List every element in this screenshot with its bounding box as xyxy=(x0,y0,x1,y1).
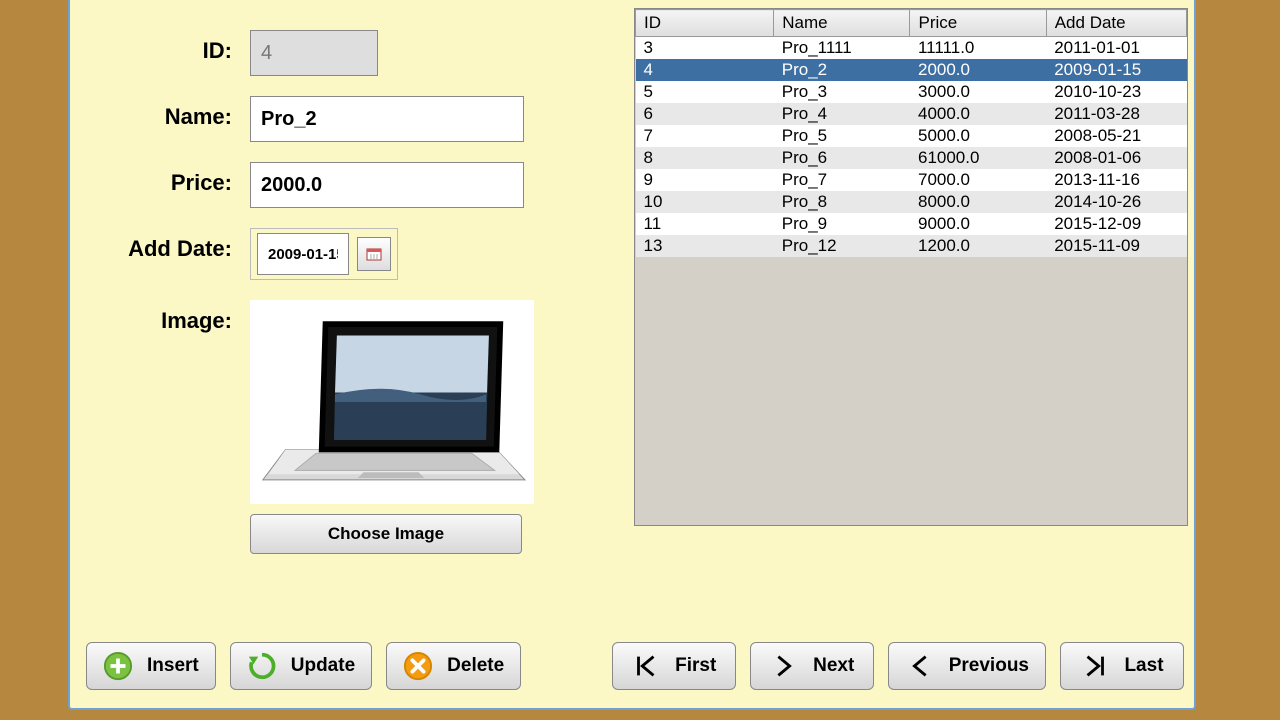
cell-name: Pro_5 xyxy=(774,125,910,147)
cell-name: Pro_3 xyxy=(774,81,910,103)
choose-image-button[interactable]: Choose Image xyxy=(250,514,522,554)
insert-button[interactable]: Insert xyxy=(86,642,216,690)
cell-name: Pro_4 xyxy=(774,103,910,125)
previous-button[interactable]: Previous xyxy=(888,642,1046,690)
next-icon xyxy=(769,651,799,681)
cell-date: 2013-11-16 xyxy=(1046,169,1186,191)
id-label: ID: xyxy=(100,30,250,64)
table-row[interactable]: 7Pro_55000.02008-05-21 xyxy=(636,125,1187,147)
cell-id: 6 xyxy=(636,103,774,125)
date-picker-button[interactable] xyxy=(357,237,391,271)
main-panel: ID: Name: Price: Add Date: xyxy=(68,0,1196,710)
last-button[interactable]: Last xyxy=(1060,642,1184,690)
cell-date: 2009-01-15 xyxy=(1046,59,1186,81)
refresh-icon xyxy=(247,651,277,681)
cell-price: 2000.0 xyxy=(910,59,1046,81)
cell-date: 2008-01-06 xyxy=(1046,147,1186,169)
cell-price: 5000.0 xyxy=(910,125,1046,147)
col-price[interactable]: Price xyxy=(910,10,1046,37)
date-label: Add Date: xyxy=(100,228,250,262)
update-button[interactable]: Update xyxy=(230,642,372,690)
delete-button[interactable]: Delete xyxy=(386,642,521,690)
cell-name: Pro_9 xyxy=(774,213,910,235)
form-area: ID: Name: Price: Add Date: xyxy=(100,30,620,574)
cell-date: 2011-01-01 xyxy=(1046,37,1186,60)
cell-name: Pro_6 xyxy=(774,147,910,169)
id-field xyxy=(250,30,378,76)
cell-name: Pro_8 xyxy=(774,191,910,213)
table-row[interactable]: 8Pro_661000.02008-01-06 xyxy=(636,147,1187,169)
table-row[interactable]: 6Pro_44000.02011-03-28 xyxy=(636,103,1187,125)
next-button[interactable]: Next xyxy=(750,642,874,690)
product-table[interactable]: ID Name Price Add Date 3Pro_111111111.02… xyxy=(634,8,1188,526)
cell-price: 8000.0 xyxy=(910,191,1046,213)
cell-name: Pro_7 xyxy=(774,169,910,191)
image-label: Image: xyxy=(100,300,250,334)
button-row: Insert Update Delete First Next Previous… xyxy=(86,642,1184,690)
first-icon xyxy=(631,651,661,681)
cell-id: 8 xyxy=(636,147,774,169)
cell-date: 2015-11-09 xyxy=(1046,235,1186,257)
cell-id: 13 xyxy=(636,235,774,257)
cell-date: 2010-10-23 xyxy=(1046,81,1186,103)
cell-date: 2008-05-21 xyxy=(1046,125,1186,147)
cell-id: 10 xyxy=(636,191,774,213)
date-field[interactable] xyxy=(257,233,349,275)
cell-price: 7000.0 xyxy=(910,169,1046,191)
previous-icon xyxy=(905,651,935,681)
cell-price: 3000.0 xyxy=(910,81,1046,103)
plus-icon xyxy=(103,651,133,681)
table-row[interactable]: 3Pro_111111111.02011-01-01 xyxy=(636,37,1187,60)
cell-price: 11111.0 xyxy=(910,37,1046,60)
cell-id: 3 xyxy=(636,37,774,60)
last-icon xyxy=(1080,651,1110,681)
table-row[interactable]: 10Pro_88000.02014-10-26 xyxy=(636,191,1187,213)
table-row[interactable]: 11Pro_99000.02015-12-09 xyxy=(636,213,1187,235)
cell-price: 1200.0 xyxy=(910,235,1046,257)
cell-date: 2014-10-26 xyxy=(1046,191,1186,213)
cell-id: 5 xyxy=(636,81,774,103)
date-wrap xyxy=(250,228,398,280)
cell-id: 9 xyxy=(636,169,774,191)
name-label: Name: xyxy=(100,96,250,130)
table-row[interactable]: 9Pro_77000.02013-11-16 xyxy=(636,169,1187,191)
table-header-row: ID Name Price Add Date xyxy=(636,10,1187,37)
table-row[interactable]: 4Pro_22000.02009-01-15 xyxy=(636,59,1187,81)
cell-date: 2011-03-28 xyxy=(1046,103,1186,125)
col-name[interactable]: Name xyxy=(774,10,910,37)
first-button[interactable]: First xyxy=(612,642,736,690)
cell-id: 4 xyxy=(636,59,774,81)
table-row[interactable]: 13Pro_121200.02015-11-09 xyxy=(636,235,1187,257)
cell-price: 4000.0 xyxy=(910,103,1046,125)
delete-icon xyxy=(403,651,433,681)
cell-name: Pro_12 xyxy=(774,235,910,257)
price-field[interactable] xyxy=(250,162,524,208)
calendar-icon xyxy=(366,247,382,261)
product-image xyxy=(250,300,534,504)
price-label: Price: xyxy=(100,162,250,196)
cell-id: 11 xyxy=(636,213,774,235)
col-date[interactable]: Add Date xyxy=(1046,10,1186,37)
cell-id: 7 xyxy=(636,125,774,147)
cell-name: Pro_2 xyxy=(774,59,910,81)
table-row[interactable]: 5Pro_33000.02010-10-23 xyxy=(636,81,1187,103)
col-id[interactable]: ID xyxy=(636,10,774,37)
name-field[interactable] xyxy=(250,96,524,142)
cell-price: 9000.0 xyxy=(910,213,1046,235)
cell-name: Pro_1111 xyxy=(774,37,910,60)
cell-date: 2015-12-09 xyxy=(1046,213,1186,235)
cell-price: 61000.0 xyxy=(910,147,1046,169)
